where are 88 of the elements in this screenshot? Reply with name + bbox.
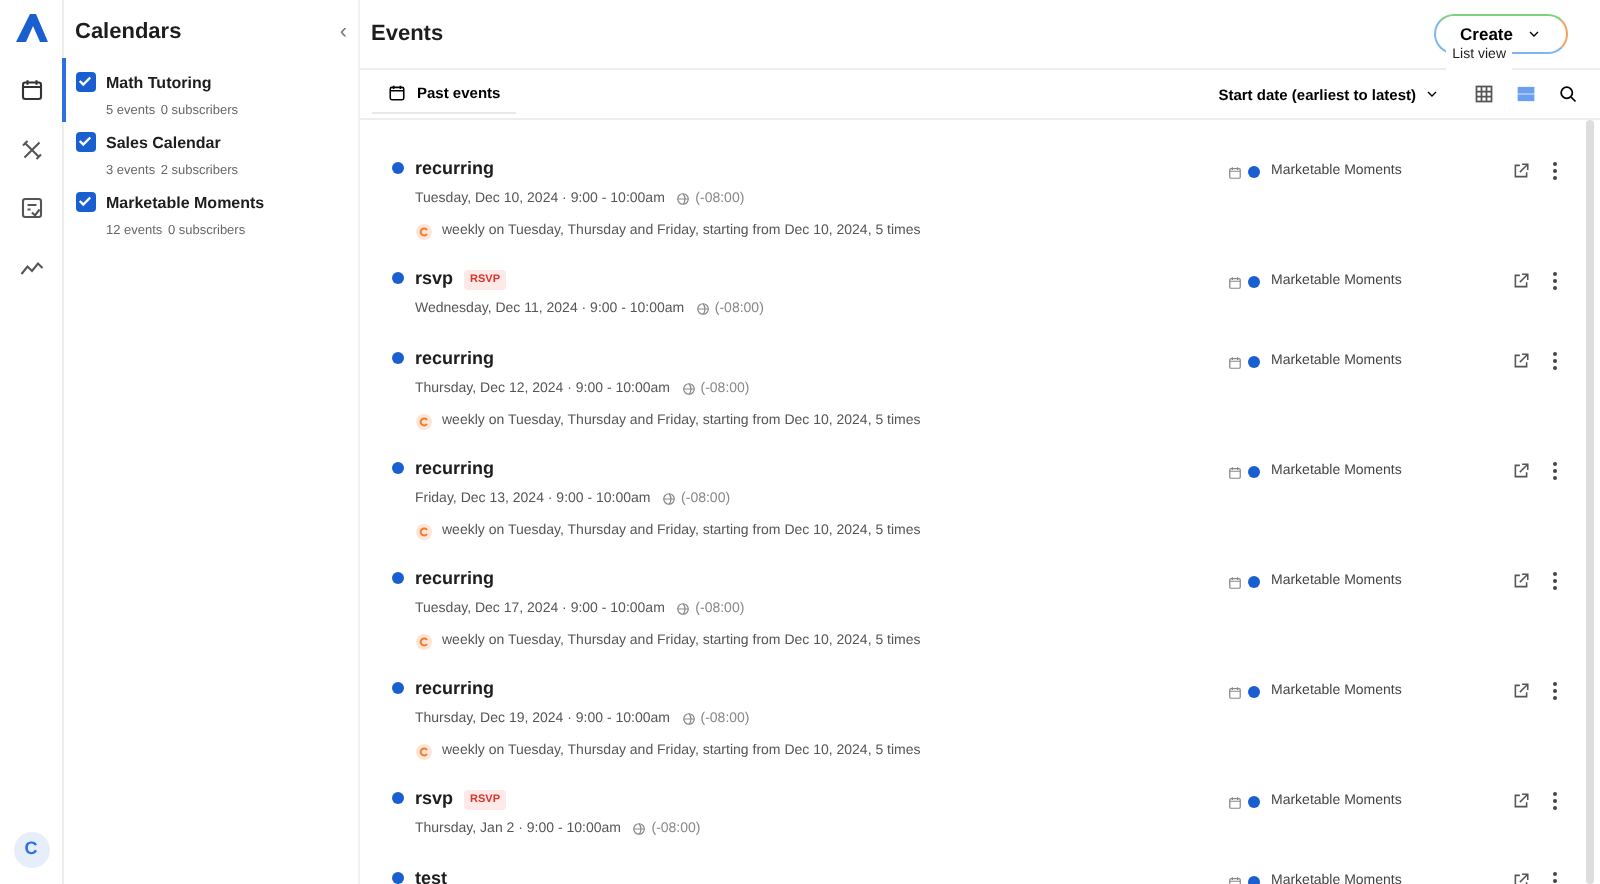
event-title[interactable]: test bbox=[415, 866, 448, 884]
calendar-color-dot bbox=[1248, 576, 1260, 589]
more-button[interactable] bbox=[1552, 682, 1559, 701]
calendar-color-dot bbox=[1248, 276, 1260, 289]
caret-icon bbox=[1525, 26, 1541, 42]
repeat-icon bbox=[415, 524, 431, 541]
open-button[interactable] bbox=[1512, 272, 1531, 291]
external-link-icon bbox=[1512, 162, 1531, 181]
event-title[interactable]: recurring bbox=[415, 456, 495, 484]
more-button[interactable] bbox=[1552, 462, 1559, 481]
calendar-icon bbox=[1228, 685, 1243, 700]
more-icon bbox=[1552, 352, 1559, 371]
external-link-icon bbox=[1512, 872, 1531, 884]
calendar-color-dot bbox=[1248, 356, 1260, 369]
calendar-checkbox[interactable] bbox=[75, 71, 95, 92]
event-title[interactable]: recurring bbox=[415, 346, 495, 374]
globe-icon bbox=[675, 602, 690, 617]
open-button[interactable] bbox=[1512, 572, 1531, 591]
calendar-checkbox[interactable] bbox=[75, 191, 95, 212]
event-title[interactable]: recurring bbox=[415, 566, 495, 594]
external-link-icon bbox=[1512, 792, 1531, 811]
more-icon bbox=[1552, 792, 1559, 811]
checklist-icon bbox=[19, 196, 43, 220]
list-icon bbox=[1516, 84, 1536, 105]
logo-icon bbox=[15, 13, 47, 42]
event-title[interactable]: rsvp bbox=[415, 266, 454, 294]
calendar-icon bbox=[1228, 165, 1243, 180]
calendar-checkbox[interactable] bbox=[75, 131, 95, 152]
collapse-button[interactable]: ‹ bbox=[339, 16, 347, 50]
calendar-icon bbox=[1228, 795, 1243, 810]
calendar-name: Math Tutoring bbox=[106, 71, 214, 96]
grid-icon bbox=[1474, 84, 1494, 105]
tools-icon bbox=[19, 137, 43, 161]
external-link-icon bbox=[1512, 682, 1531, 701]
repeat-icon bbox=[415, 224, 431, 241]
open-button[interactable] bbox=[1512, 792, 1531, 811]
list-view-button[interactable] bbox=[1516, 84, 1536, 105]
open-button[interactable] bbox=[1512, 352, 1531, 371]
calendar-icon bbox=[1228, 355, 1243, 370]
search-button[interactable] bbox=[1558, 84, 1578, 105]
more-button[interactable] bbox=[1552, 792, 1559, 811]
open-button[interactable] bbox=[1512, 682, 1531, 701]
page-title: Events bbox=[371, 19, 446, 50]
globe-icon bbox=[681, 712, 695, 727]
globe-icon bbox=[661, 492, 676, 507]
more-icon bbox=[1552, 162, 1559, 181]
more-icon bbox=[1552, 572, 1559, 591]
calendar-name: Sales Calendar bbox=[106, 131, 223, 156]
panel-title: Calendars bbox=[75, 18, 184, 49]
calendar-color-dot bbox=[1248, 166, 1260, 179]
external-link-icon bbox=[1512, 352, 1531, 371]
event-title[interactable]: rsvp bbox=[415, 786, 454, 814]
external-link-icon bbox=[1512, 272, 1531, 291]
more-button[interactable] bbox=[1552, 272, 1559, 291]
globe-icon bbox=[695, 302, 710, 317]
more-button[interactable] bbox=[1552, 162, 1559, 181]
calendar-name: Marketable Moments bbox=[106, 191, 265, 216]
calendar-color-dot bbox=[1248, 686, 1260, 699]
calendar-icon bbox=[387, 84, 405, 103]
globe-icon bbox=[675, 192, 690, 207]
globe-icon bbox=[631, 822, 646, 837]
external-link-icon bbox=[1512, 462, 1531, 481]
calendar-icon bbox=[1228, 465, 1243, 480]
calendar-color-dot bbox=[1248, 466, 1260, 479]
repeat-icon bbox=[415, 634, 431, 651]
more-icon bbox=[1552, 272, 1559, 291]
event-title[interactable]: recurring bbox=[415, 676, 495, 704]
user-avatar[interactable]: C bbox=[13, 831, 49, 868]
open-button[interactable] bbox=[1512, 872, 1531, 884]
grid-view-button[interactable] bbox=[1474, 84, 1494, 105]
repeat-icon bbox=[415, 744, 431, 761]
more-button[interactable] bbox=[1552, 352, 1559, 371]
repeat-icon bbox=[415, 414, 431, 431]
calendar-icon bbox=[1228, 575, 1243, 590]
more-icon bbox=[1552, 682, 1559, 701]
more-icon bbox=[1552, 872, 1559, 884]
calendar-icon bbox=[1228, 275, 1243, 290]
more-icon bbox=[1552, 462, 1559, 481]
event-title[interactable]: recurring bbox=[415, 156, 495, 184]
open-button[interactable] bbox=[1512, 162, 1531, 181]
globe-icon bbox=[681, 382, 695, 397]
search-icon bbox=[1558, 84, 1578, 105]
calendar-icon bbox=[19, 78, 43, 102]
more-button[interactable] bbox=[1552, 872, 1559, 884]
open-button[interactable] bbox=[1512, 462, 1531, 481]
calendar-color-dot bbox=[1248, 796, 1260, 809]
external-link-icon bbox=[1512, 572, 1531, 591]
more-button[interactable] bbox=[1552, 572, 1559, 591]
